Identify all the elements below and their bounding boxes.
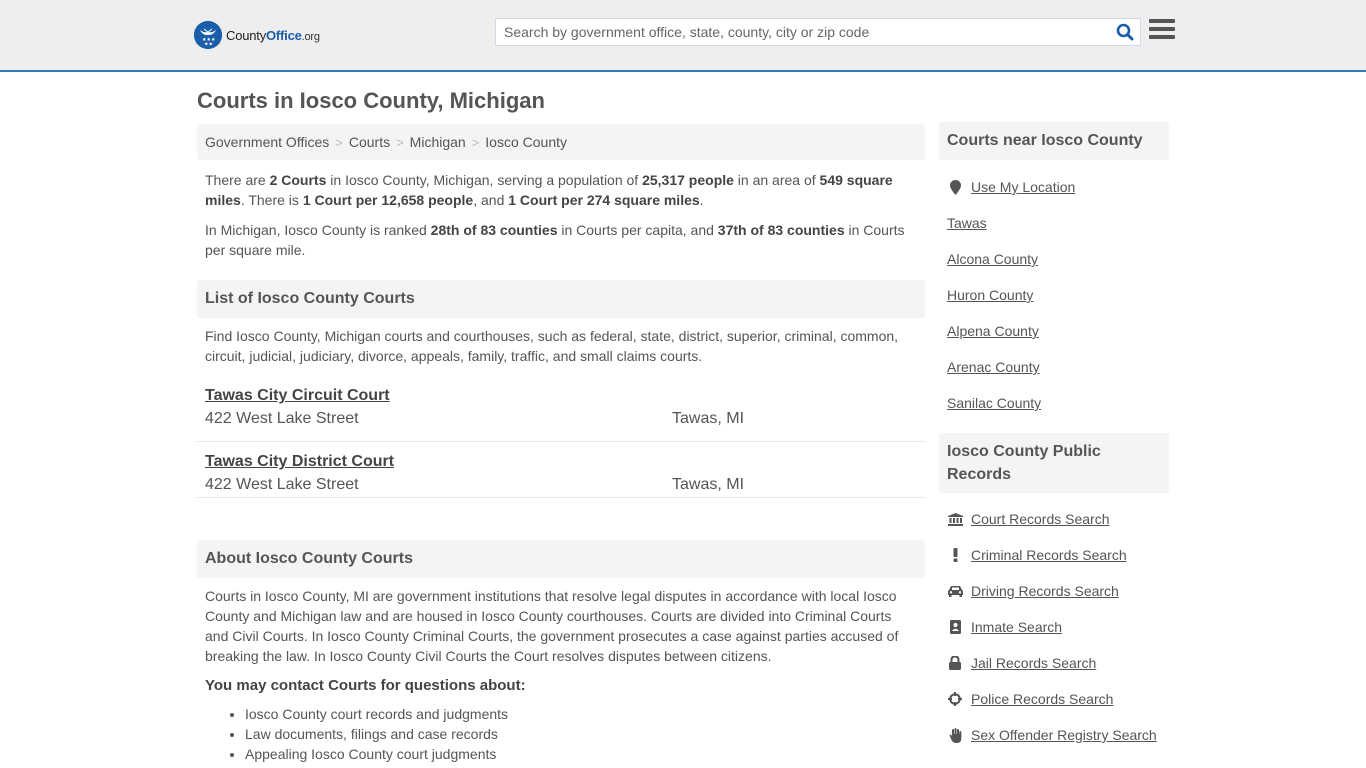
breadcrumb-michigan[interactable]: Michigan <box>410 134 466 150</box>
court-listing: Tawas City District Court 422 West Lake … <box>197 442 925 498</box>
map-marker-icon <box>947 179 963 195</box>
search-box <box>495 18 1141 46</box>
hamburger-menu-icon[interactable] <box>1149 19 1175 43</box>
contact-topic-item: Appealing Iosco County court judgments <box>245 744 925 764</box>
crosshairs-icon <box>947 692 963 706</box>
record-link-item: Criminal Records Search <box>947 537 1161 573</box>
breadcrumb-separator: > <box>396 134 404 150</box>
record-link-item: Police Records Search <box>947 681 1161 717</box>
contact-heading: You may contact Courts for questions abo… <box>205 677 526 694</box>
court-address: 422 West Lake Street <box>205 476 359 493</box>
site-header: ★★★ ★★ CountyOffice.org <box>0 0 1366 72</box>
main-content: Government Offices > Courts > Michigan >… <box>197 124 925 764</box>
contact-topic-item: Law documents, filings and case records <box>245 724 925 744</box>
sex-offender-registry-search-link[interactable]: Sex Offender Registry Search <box>971 727 1157 743</box>
court-address: 422 West Lake Street <box>205 410 359 427</box>
eagle-logo-icon: ★★★ ★★ <box>194 21 222 49</box>
contact-topics-list: Iosco County court records and judgments… <box>197 704 925 764</box>
courts-list-heading: List of Iosco County Courts <box>197 280 925 318</box>
record-link-item: Jail Records Search <box>947 645 1161 681</box>
public-records-heading: Iosco County Public Records <box>939 433 1169 493</box>
police-records-search-link[interactable]: Police Records Search <box>971 691 1113 707</box>
driving-records-search-link[interactable]: Driving Records Search <box>971 583 1119 599</box>
courts-near-heading: Courts near Iosco County <box>939 122 1169 160</box>
search-icon <box>1116 23 1134 41</box>
jail-records-search-link[interactable]: Jail Records Search <box>971 655 1096 671</box>
courthouse-icon <box>947 512 963 526</box>
use-my-location-link[interactable]: Use My Location <box>971 179 1075 195</box>
breadcrumb: Government Offices > Courts > Michigan >… <box>197 124 925 160</box>
nearby-link-item: Alpena County <box>947 313 1161 349</box>
exclamation-icon <box>947 548 963 562</box>
sidebar: Courts near Iosco County Use My Location… <box>939 122 1169 753</box>
record-link-item: Sex Offender Registry Search <box>947 717 1161 753</box>
breadcrumb-government-offices[interactable]: Government Offices <box>205 134 329 150</box>
court-city: Tawas, MI <box>672 476 745 493</box>
nearby-courts-list: Use My Location Tawas Alcona County Huro… <box>939 169 1169 421</box>
record-link-item: Court Records Search <box>947 501 1161 537</box>
summary-stats: There are 2 Courts in Iosco County, Mich… <box>205 172 893 208</box>
nearby-link-item: Arenac County <box>947 349 1161 385</box>
car-icon <box>947 585 963 597</box>
record-link-item: Driving Records Search <box>947 573 1161 609</box>
nearby-link-item: Tawas <box>947 205 1161 241</box>
site-logo[interactable]: ★★★ ★★ CountyOffice.org <box>194 21 320 49</box>
court-listing: Tawas City Circuit Court 422 West Lake S… <box>197 385 925 442</box>
logo-text: CountyOffice.org <box>226 27 320 43</box>
search-input[interactable] <box>496 19 1110 45</box>
breadcrumb-separator: > <box>471 134 480 150</box>
inmate-search-link[interactable]: Inmate Search <box>971 619 1062 635</box>
contact-topic-item: Iosco County court records and judgments <box>245 704 925 724</box>
hand-icon <box>947 727 963 743</box>
court-name-link[interactable]: Tawas City Circuit Court <box>205 385 390 407</box>
nearby-link-item: Huron County <box>947 277 1161 313</box>
breadcrumb-courts[interactable]: Courts <box>349 134 390 150</box>
breadcrumb-iosco-county: Iosco County <box>485 134 568 150</box>
id-badge-icon <box>947 620 963 634</box>
about-courts-text: Courts in Iosco County, MI are governmen… <box>205 588 899 664</box>
page-title: Courts in Iosco County, Michigan <box>197 88 545 113</box>
svg-text:★★: ★★ <box>204 42 213 48</box>
court-name-link[interactable]: Tawas City District Court <box>205 451 394 473</box>
public-records-list: Court Records Search Criminal Records Se… <box>939 501 1169 753</box>
courts-list-description: Find Iosco County, Michigan courts and c… <box>205 328 899 364</box>
nearby-link-huron-county[interactable]: Huron County <box>947 287 1033 303</box>
search-button[interactable] <box>1110 19 1140 45</box>
nearby-link-item: Sanilac County <box>947 385 1161 421</box>
nearby-link-arenac-county[interactable]: Arenac County <box>947 359 1040 375</box>
nearby-link-sanilac-county[interactable]: Sanilac County <box>947 395 1041 411</box>
nearby-link-alpena-county[interactable]: Alpena County <box>947 323 1039 339</box>
nearby-link-item: Alcona County <box>947 241 1161 277</box>
court-city: Tawas, MI <box>672 410 745 427</box>
court-records-search-link[interactable]: Court Records Search <box>971 511 1110 527</box>
nearby-link-alcona-county[interactable]: Alcona County <box>947 251 1038 267</box>
breadcrumb-separator: > <box>335 134 343 150</box>
lock-icon <box>947 656 963 670</box>
record-link-item: Inmate Search <box>947 609 1161 645</box>
use-my-location-item: Use My Location <box>947 169 1161 205</box>
summary-rankings: In Michigan, Iosco County is ranked 28th… <box>205 222 905 258</box>
nearby-link-tawas[interactable]: Tawas <box>947 215 987 231</box>
criminal-records-search-link[interactable]: Criminal Records Search <box>971 547 1127 563</box>
about-courts-heading: About Iosco County Courts <box>197 540 925 578</box>
